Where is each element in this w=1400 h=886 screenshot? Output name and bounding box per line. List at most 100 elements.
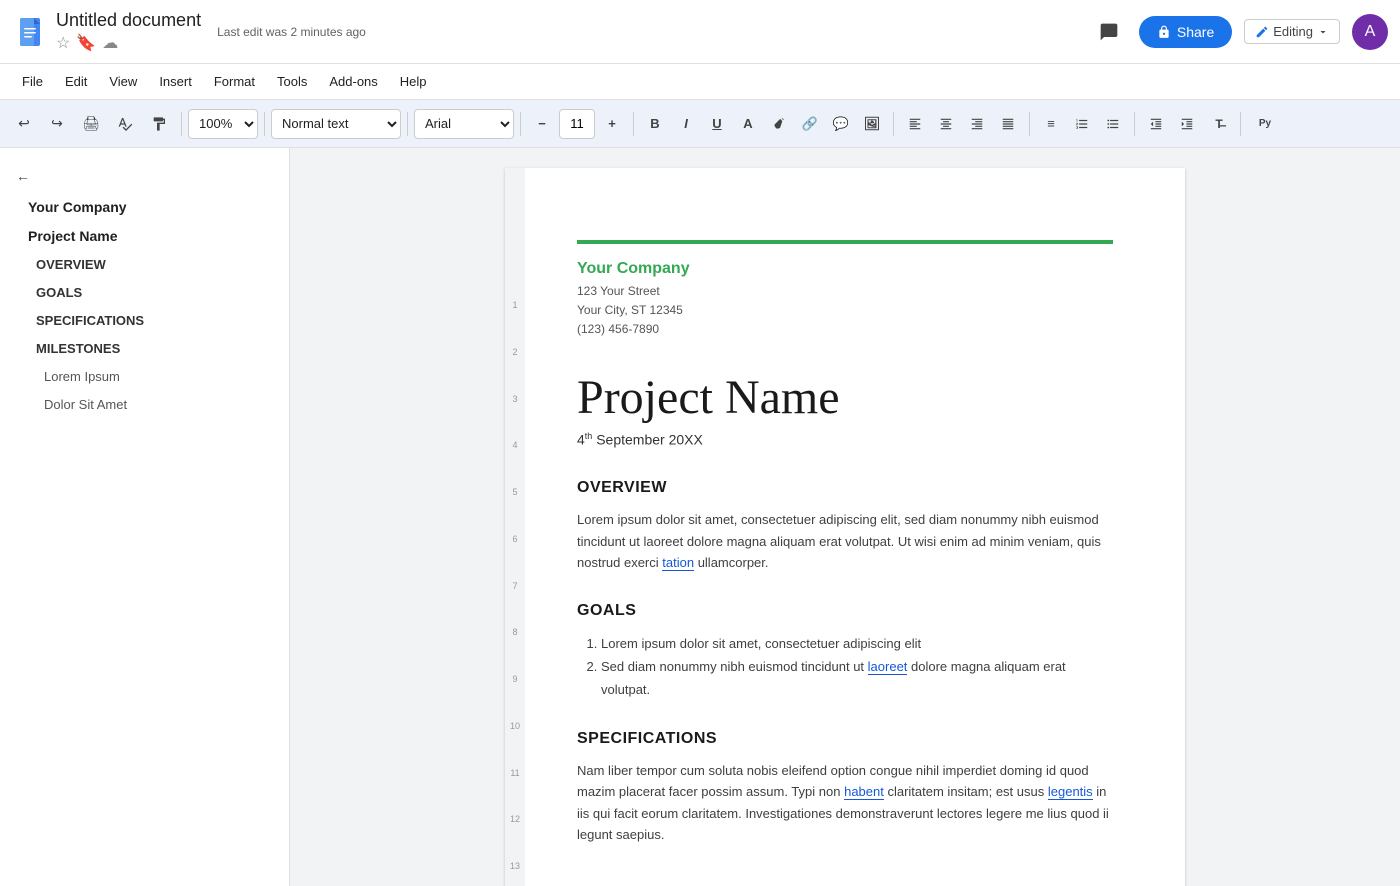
menu-help[interactable]: Help: [390, 70, 437, 93]
outline-item-company[interactable]: Your Company: [8, 193, 281, 221]
outline-label: SPECIFICATIONS: [36, 313, 144, 328]
font-size-input[interactable]: [559, 109, 595, 139]
outline-item-lorem[interactable]: Lorem Ipsum: [8, 363, 281, 390]
menu-file[interactable]: File: [12, 70, 53, 93]
bulleted-list-button[interactable]: [1098, 110, 1128, 138]
undo-button[interactable]: ↩: [8, 108, 40, 140]
outline-label: GOALS: [36, 285, 82, 300]
project-title: Project Name: [577, 370, 1113, 425]
divider-5: [633, 112, 634, 136]
document-title[interactable]: Untitled document: [56, 10, 201, 31]
font-size-increase[interactable]: +: [597, 110, 627, 138]
document-page[interactable]: 1 2 3 4 5 6 7 8 9 10 11 12 13 14 15 16: [505, 168, 1185, 886]
lock-icon: [1157, 25, 1171, 39]
indent-group: [1141, 110, 1202, 138]
outline-item-milestones[interactable]: MILESTONES: [8, 335, 281, 362]
text-format-group: B I U A 🔗 💬 🖼: [640, 110, 887, 138]
goals-item-2: Sed diam nonummy nibh euismod tincidunt …: [601, 655, 1113, 702]
date-number: 4: [577, 431, 585, 447]
legentis-link[interactable]: legentis: [1048, 784, 1093, 800]
goals-heading: GOALS: [577, 602, 1113, 620]
font-size-decrease[interactable]: −: [527, 110, 557, 138]
margin-2: 2: [512, 347, 517, 394]
edit-icon: [1255, 25, 1269, 39]
sidebar-back-button[interactable]: ←: [0, 160, 289, 192]
last-edit-text: Last edit was 2 minutes ago: [217, 25, 366, 39]
indent-increase-button[interactable]: [1172, 110, 1202, 138]
margin-10: 10: [510, 721, 520, 768]
font-select[interactable]: ArialTimes New RomanCourier New: [414, 109, 514, 139]
underline-button[interactable]: U: [702, 110, 732, 138]
font-size-area: − +: [527, 109, 627, 139]
margin-6: 6: [512, 534, 517, 581]
spellcheck-button[interactable]: [109, 108, 141, 140]
margin-8: 8: [512, 627, 517, 674]
company-address: 123 Your Street Your City, ST 12345 (123…: [577, 282, 1113, 340]
redo-button[interactable]: ↪: [41, 108, 73, 140]
laoreet-link[interactable]: laoreet: [868, 659, 908, 675]
margin-9: 9: [512, 674, 517, 721]
star-icon[interactable]: ☆: [56, 33, 70, 53]
bookmark-icon[interactable]: 🔖: [76, 33, 96, 53]
highlight-button[interactable]: [764, 110, 794, 138]
link-button[interactable]: 🔗: [795, 110, 825, 138]
align-center-button[interactable]: [931, 110, 961, 138]
outline-item-overview[interactable]: OVERVIEW: [8, 251, 281, 278]
menu-edit[interactable]: Edit: [55, 70, 97, 93]
python-macro-button[interactable]: Py: [1247, 110, 1283, 138]
print-button[interactable]: 🖨: [75, 108, 107, 140]
menu-format[interactable]: Format: [204, 70, 265, 93]
image-button[interactable]: 🖼: [857, 110, 887, 138]
bold-button[interactable]: B: [640, 110, 670, 138]
habent-link[interactable]: habent: [844, 784, 884, 800]
tation-link[interactable]: tation: [662, 555, 694, 571]
doc-title-area: Untitled document ☆ 🔖 ☁: [56, 10, 201, 53]
zoom-select[interactable]: 100%75%125%: [188, 109, 258, 139]
italic-button[interactable]: I: [671, 110, 701, 138]
company-header-line: [577, 240, 1113, 244]
outline-item-dolor[interactable]: Dolor Sit Amet: [8, 391, 281, 418]
app-icon[interactable]: [12, 14, 48, 50]
menu-addons[interactable]: Add-ons: [319, 70, 387, 93]
company-phone: (123) 456-7890: [577, 320, 1113, 339]
divider-1: [181, 112, 182, 136]
title-bar-left: Untitled document ☆ 🔖 ☁ Last edit was 2 …: [12, 10, 1083, 53]
editing-mode-button[interactable]: Editing: [1244, 19, 1340, 44]
divider-9: [1240, 112, 1241, 136]
chat-button[interactable]: [1091, 14, 1127, 50]
outline-label: Dolor Sit Amet: [44, 397, 127, 412]
outline-item-specs[interactable]: SPECIFICATIONS: [8, 307, 281, 334]
divider-3: [407, 112, 408, 136]
share-button[interactable]: Share: [1139, 16, 1232, 48]
outline-item-goals[interactable]: GOALS: [8, 279, 281, 306]
toolbar: ↩ ↪ 🖨 100%75%125% Normal textHeading 1He…: [0, 100, 1400, 148]
style-select[interactable]: Normal textHeading 1Heading 2Heading 3: [271, 109, 401, 139]
color-button[interactable]: A: [733, 110, 763, 138]
menu-tools[interactable]: Tools: [267, 70, 317, 93]
main-layout: ← Your Company Project Name OVERVIEW GOA…: [0, 148, 1400, 886]
menu-insert[interactable]: Insert: [149, 70, 202, 93]
company-street: 123 Your Street: [577, 282, 1113, 301]
cloud-icon[interactable]: ☁: [102, 33, 118, 53]
numbered-list-button[interactable]: [1067, 110, 1097, 138]
clear-formatting-button[interactable]: T̶: [1204, 110, 1234, 138]
outline-item-project[interactable]: Project Name: [8, 222, 281, 250]
margin-3: 3: [512, 394, 517, 441]
content-area: 1 2 3 4 5 6 7 8 9 10 11 12 13 14 15 16: [290, 148, 1400, 886]
comment-button[interactable]: 💬: [826, 110, 856, 138]
menu-view[interactable]: View: [99, 70, 147, 93]
align-left-button[interactable]: [900, 110, 930, 138]
margin-1: 1: [512, 300, 517, 347]
outline-label: Lorem Ipsum: [44, 369, 120, 384]
line-spacing-button[interactable]: ≡: [1036, 110, 1066, 138]
margin-13: 13: [510, 861, 520, 886]
align-right-button[interactable]: [962, 110, 992, 138]
undo-redo-group: ↩ ↪: [8, 108, 73, 140]
divider-2: [264, 112, 265, 136]
justify-button[interactable]: [993, 110, 1023, 138]
avatar[interactable]: A: [1352, 14, 1388, 50]
doc-title-icons: ☆ 🔖 ☁: [56, 33, 201, 53]
margin-12: 12: [510, 814, 520, 861]
indent-decrease-button[interactable]: [1141, 110, 1171, 138]
paint-format-button[interactable]: [143, 108, 175, 140]
